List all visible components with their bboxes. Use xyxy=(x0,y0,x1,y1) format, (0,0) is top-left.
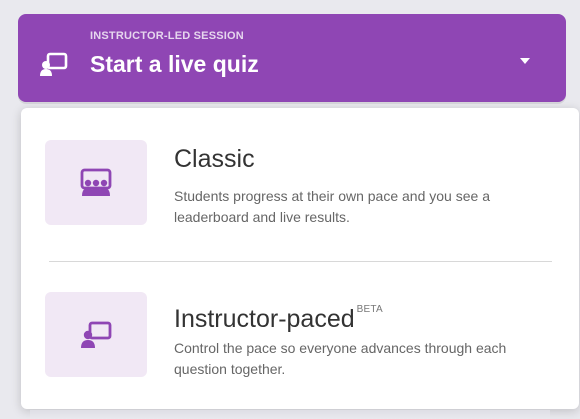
page: INSTRUCTOR-LED SESSION Start a live quiz… xyxy=(0,0,580,419)
group-presentation-icon xyxy=(80,168,112,196)
session-kicker: INSTRUCTOR-LED SESSION xyxy=(90,30,244,42)
presentation-icon xyxy=(40,52,68,76)
start-live-quiz-dropdown[interactable]: INSTRUCTOR-LED SESSION Start a live quiz xyxy=(18,14,566,102)
session-title: Start a live quiz xyxy=(90,51,259,77)
option-tile xyxy=(45,292,147,377)
instructor-board-icon xyxy=(81,321,112,348)
menu-option-instructor-paced[interactable]: Instructor-paced BETA Control the pace so… xyxy=(21,260,579,400)
option-description: Students progress at their own pace and … xyxy=(174,188,490,225)
option-title: Classic xyxy=(174,145,255,173)
option-description: Control the pace so everyone advances th… xyxy=(174,340,507,377)
underlying-page-edge xyxy=(30,410,550,419)
quiz-mode-menu: Classic Students progress at their own p… xyxy=(21,108,579,409)
option-title: Instructor-paced BETA xyxy=(174,304,383,333)
menu-option-classic[interactable]: Classic Students progress at their own p… xyxy=(21,108,579,248)
caret-down-icon[interactable] xyxy=(519,55,531,67)
beta-badge: BETA xyxy=(356,304,383,315)
option-tile xyxy=(45,140,147,225)
